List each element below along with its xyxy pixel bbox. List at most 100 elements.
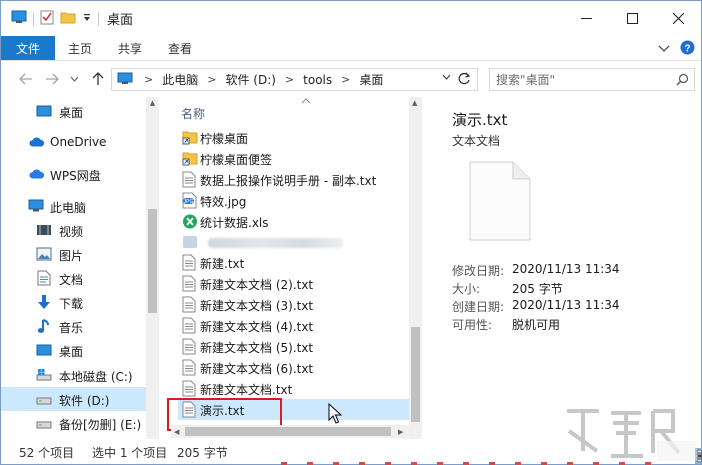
tab-view[interactable]: 查看 bbox=[155, 36, 205, 60]
new-folder-icon[interactable] bbox=[60, 10, 76, 27]
horizontal-scrollbar[interactable]: ◀ ▶ bbox=[171, 425, 409, 438]
detail-value: 脱机可用 bbox=[512, 318, 561, 332]
breadcrumb-chevron-icon[interactable]: > bbox=[144, 73, 153, 86]
text-file-icon bbox=[182, 254, 198, 271]
nav-item-music[interactable]: 音乐 bbox=[1, 314, 146, 338]
file-list-item[interactable]: 新建文本文档 (4).txt bbox=[178, 315, 406, 336]
file-list-scrollbar[interactable]: ▲ bbox=[409, 97, 422, 439]
refresh-icon[interactable] bbox=[456, 71, 472, 87]
nav-item-videos[interactable]: 视频 bbox=[1, 218, 146, 242]
file-list-item[interactable]: 新建文本文档.txt bbox=[178, 378, 406, 399]
back-arrow-icon[interactable] bbox=[15, 68, 37, 90]
up-arrow-icon[interactable] bbox=[87, 68, 109, 90]
customize-toolbar-chevron-icon[interactable] bbox=[82, 12, 92, 26]
nav-item-this-pc[interactable]: 此电脑 bbox=[1, 194, 146, 218]
nav-item-pictures[interactable]: 图片 bbox=[1, 242, 146, 266]
column-header-name[interactable]: 名称 bbox=[181, 105, 205, 122]
properties-icon[interactable] bbox=[40, 10, 54, 28]
search-icon[interactable] bbox=[676, 73, 689, 89]
file-list-item[interactable]: 柠檬桌面 bbox=[178, 127, 406, 148]
shortcut-folder-icon bbox=[182, 150, 198, 167]
tab-share[interactable]: 共享 bbox=[105, 36, 155, 60]
address-bar[interactable]: > 此电脑 > 软件 (D:) > tools > 桌面 bbox=[111, 68, 478, 91]
pane-splitter[interactable] bbox=[159, 97, 171, 439]
nav-item-desktop-2[interactable]: 桌面 bbox=[1, 338, 146, 362]
file-name: 柠檬桌面便签 bbox=[200, 152, 273, 167]
breadcrumb-this-pc[interactable]: 此电脑 bbox=[162, 71, 198, 88]
address-row: > 此电脑 > 软件 (D:) > tools > 桌面 搜索"桌面" bbox=[1, 61, 701, 97]
breadcrumb-drive-d[interactable]: 软件 (D:) bbox=[225, 71, 275, 88]
text-file-icon bbox=[182, 296, 198, 313]
navigation-scrollbar[interactable]: ▲ bbox=[146, 97, 159, 439]
nav-item-drive-d[interactable]: 软件 (D:) bbox=[1, 387, 146, 411]
file-name: 新建文本文档 (3).txt bbox=[200, 299, 314, 314]
nav-item-downloads[interactable]: 下载 bbox=[1, 290, 146, 314]
scrollbar-thumb[interactable] bbox=[411, 327, 420, 422]
file-list-item[interactable]: 新建文本文档 (2).txt bbox=[178, 273, 406, 294]
scroll-up-icon[interactable]: ▲ bbox=[412, 99, 417, 107]
scrollbar-thumb[interactable] bbox=[148, 209, 157, 313]
scrollbar-thumb[interactable] bbox=[185, 427, 391, 436]
window-icon[interactable] bbox=[11, 10, 27, 27]
breadcrumb-chevron-icon[interactable]: > bbox=[341, 73, 350, 86]
title-bar: 桌面 bbox=[1, 1, 701, 36]
text-file-icon bbox=[182, 275, 198, 292]
address-dropdown-icon[interactable] bbox=[442, 73, 451, 83]
nav-item-drive-e[interactable]: 备份[勿删] (E:) bbox=[1, 411, 146, 435]
preview-file-name: 演示.txt bbox=[452, 111, 508, 129]
file-name: 新建.txt bbox=[200, 257, 245, 272]
file-list-item[interactable] bbox=[178, 232, 406, 253]
help-icon[interactable]: ? bbox=[680, 40, 695, 58]
text-file-icon bbox=[182, 317, 198, 334]
documents-icon bbox=[36, 270, 52, 286]
forward-arrow-icon[interactable] bbox=[41, 68, 63, 90]
tab-file[interactable]: 文件 bbox=[1, 36, 55, 60]
file-list-item[interactable]: JPG 特效.jpg bbox=[178, 190, 406, 211]
detail-label: 修改日期: bbox=[452, 264, 505, 278]
wps-cloud-icon bbox=[29, 166, 45, 182]
text-file-icon bbox=[182, 359, 198, 376]
nav-item-desktop[interactable]: 桌面 bbox=[1, 99, 146, 123]
scroll-right-icon[interactable]: ▶ bbox=[398, 428, 403, 436]
file-list-item[interactable]: 新建文本文档 (6).txt bbox=[178, 357, 406, 378]
file-name: 新建文本文档 (2).txt bbox=[200, 278, 314, 293]
large-text-file-icon bbox=[469, 161, 531, 244]
breadcrumb-desktop[interactable]: 桌面 bbox=[359, 71, 383, 88]
nav-item-drive-c[interactable]: 本地磁盘 (C:) bbox=[1, 363, 146, 387]
preview-file-type: 文本文档 bbox=[452, 134, 501, 148]
file-list-item[interactable]: 统计数据.xls bbox=[178, 211, 406, 232]
breadcrumb-chevron-icon[interactable]: > bbox=[285, 73, 294, 86]
nav-item-label: OneDrive bbox=[50, 135, 107, 149]
sort-ascending-caret-icon bbox=[301, 97, 311, 107]
file-list-item[interactable]: 新建文本文档 (5).txt bbox=[178, 336, 406, 357]
search-input[interactable]: 搜索"桌面" bbox=[489, 68, 695, 91]
scroll-left-icon[interactable]: ◀ bbox=[174, 428, 179, 436]
minimize-button[interactable] bbox=[563, 1, 609, 36]
detail-label: 可用性: bbox=[452, 318, 493, 332]
file-list-item[interactable]: 新建.txt bbox=[178, 252, 406, 273]
nav-item-onedrive[interactable]: OneDrive bbox=[1, 130, 146, 154]
nav-item-documents[interactable]: 文档 bbox=[1, 266, 146, 290]
ribbon-right-controls: ? bbox=[658, 40, 695, 58]
desktop-icon bbox=[36, 103, 52, 119]
scroll-up-icon[interactable]: ▲ bbox=[148, 99, 157, 108]
nav-item-label: 图片 bbox=[59, 249, 84, 263]
file-list-item[interactable]: 数据上报操作说明手册 - 副本.txt bbox=[178, 169, 406, 190]
file-list-item[interactable]: 柠檬桌面便签 bbox=[178, 148, 406, 169]
nav-item-label: WPS网盘 bbox=[50, 169, 101, 183]
tab-home[interactable]: 主页 bbox=[55, 36, 105, 60]
file-name: 新建文本文档 (6).txt bbox=[200, 361, 314, 376]
detail-label: 大小: bbox=[452, 282, 481, 296]
close-button[interactable] bbox=[655, 1, 701, 36]
file-list-item[interactable]: 新建文本文档 (3).txt bbox=[178, 294, 406, 315]
expand-ribbon-chevron-icon[interactable] bbox=[658, 42, 670, 56]
computer-icon bbox=[117, 72, 133, 88]
breadcrumb-chevron-icon[interactable]: > bbox=[207, 73, 216, 86]
breadcrumb-tools[interactable]: tools bbox=[303, 73, 332, 87]
recent-locations-chevron-icon[interactable] bbox=[63, 68, 85, 90]
breadcrumb: > 此电脑 > 软件 (D:) > tools > 桌面 bbox=[135, 71, 383, 88]
detail-created: 创建日期: 2020/11/13 11:34 bbox=[452, 298, 620, 315]
computer-icon bbox=[28, 198, 44, 214]
nav-item-wps-cloud[interactable]: WPS网盘 bbox=[1, 162, 146, 186]
maximize-button[interactable] bbox=[609, 1, 655, 36]
